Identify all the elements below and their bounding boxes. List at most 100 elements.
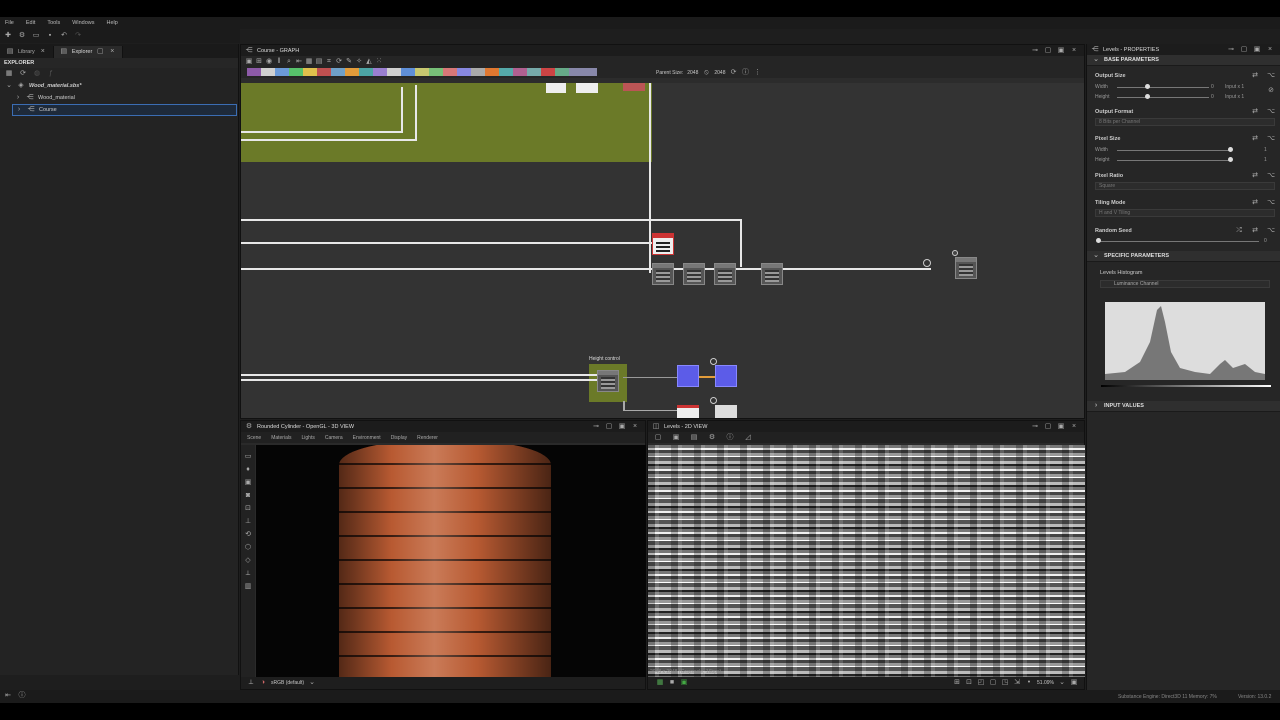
float-icon[interactable]: ▣ — [1057, 423, 1065, 431]
float-icon[interactable]: ▣ — [1057, 47, 1065, 55]
more-icon[interactable]: ⌥ — [1267, 135, 1275, 143]
node-red[interactable] — [652, 233, 674, 255]
dot-icon[interactable] — [710, 397, 717, 404]
menu-tools[interactable]: Tools — [47, 20, 60, 26]
tiling-mode-select[interactable]: H and V Tiling — [1095, 209, 1275, 217]
levels-texture[interactable]: 2048 x 2048 (Grayscale, 16bpc) — [648, 445, 1085, 677]
cube-icon[interactable]: ⬡ — [244, 544, 252, 552]
link-icon[interactable]: ⇄ — [1251, 135, 1259, 143]
seed-knob[interactable] — [1096, 238, 1101, 243]
black-bg-icon[interactable]: ■ — [668, 679, 676, 687]
checker-icon[interactable]: ▦ — [656, 679, 664, 687]
node-output[interactable] — [955, 257, 977, 279]
pin-icon[interactable]: ⊸ — [592, 423, 600, 431]
graph-icon[interactable]: ◍ — [33, 70, 41, 78]
width-slider[interactable] — [1117, 87, 1209, 88]
export-icon[interactable]: ▤ — [690, 434, 698, 442]
node-palette[interactable] — [247, 68, 597, 76]
wrench-icon[interactable]: ✧ — [355, 58, 363, 66]
dot-icon[interactable] — [952, 250, 958, 256]
node[interactable] — [652, 263, 674, 285]
dot-icon[interactable] — [710, 358, 717, 365]
node-red[interactable] — [677, 405, 699, 418]
light-icon[interactable]: ♦ — [244, 466, 252, 474]
rotate-icon[interactable]: ⟲ — [244, 531, 252, 539]
menu-display[interactable]: Display — [391, 435, 407, 441]
node[interactable] — [576, 83, 598, 93]
link-chain-icon[interactable]: ⊘ — [1267, 87, 1275, 95]
link-icon[interactable]: ⇄ — [1251, 227, 1259, 235]
height-slider[interactable] — [1117, 97, 1209, 98]
tree-item-package[interactable]: ⌄ ◈ Wood_material.sbs* — [0, 80, 238, 92]
more-icon[interactable]: ⌥ — [1267, 72, 1275, 80]
image-icon[interactable]: ▣ — [244, 479, 252, 487]
zoom-value[interactable]: 51.09% — [1037, 680, 1054, 686]
menu-help[interactable]: Help — [107, 20, 118, 26]
float-icon[interactable]: ▣ — [618, 423, 626, 431]
undo-icon[interactable]: ↶ — [60, 32, 68, 40]
node-blue[interactable] — [715, 365, 737, 387]
frame-icon[interactable]: ▢ — [989, 679, 997, 687]
close-icon[interactable]: × — [1070, 423, 1078, 431]
menu-windows[interactable]: Windows — [72, 20, 94, 26]
float-icon[interactable]: ▣ — [1253, 46, 1261, 54]
redo-icon[interactable]: ↷ — [74, 32, 82, 40]
node[interactable] — [683, 263, 705, 285]
refresh-icon[interactable]: ⟳ — [730, 69, 738, 77]
close-icon[interactable]: × — [1070, 47, 1078, 55]
parent-size-select-2[interactable]: 2048 — [714, 70, 725, 76]
colorspace-select[interactable]: sRGB (default) — [271, 680, 304, 686]
stats-icon[interactable]: ▥ — [244, 583, 252, 591]
channel-select[interactable]: Luminance Channel — [1100, 280, 1270, 288]
px-width-knob[interactable] — [1228, 147, 1233, 152]
channel-icon[interactable]: ▣ — [680, 679, 688, 687]
tab-library[interactable]: ▤ Library × — [0, 46, 54, 58]
px-width-value[interactable]: 1 — [1264, 147, 1267, 153]
px-height-value[interactable]: 1 — [1264, 157, 1267, 163]
tile-icon[interactable]: ⊡ — [965, 679, 973, 687]
reset-icon[interactable]: ◳ — [1001, 679, 1009, 687]
close-icon[interactable]: × — [39, 48, 47, 56]
view3d-viewport[interactable] — [256, 445, 646, 677]
node[interactable] — [714, 263, 736, 285]
width-slider-knob[interactable] — [1145, 84, 1150, 89]
fit-icon[interactable]: ◰ — [977, 679, 985, 687]
axis-icon[interactable]: ⟂ — [247, 679, 255, 687]
lock-icon[interactable]: ▣ — [1070, 679, 1078, 687]
menu-file[interactable]: File — [5, 20, 14, 26]
node[interactable] — [546, 83, 566, 93]
tab-explorer[interactable]: ▤ Explorer ▢ × — [53, 46, 124, 58]
function-icon[interactable]: ƒ — [47, 70, 55, 78]
link-icon[interactable]: ⦸ — [702, 69, 710, 77]
console-icon[interactable]: ⇤ — [4, 692, 12, 700]
px-height-knob[interactable] — [1228, 157, 1233, 162]
node[interactable] — [623, 83, 645, 91]
info-icon[interactable]: ⓘ — [726, 434, 734, 442]
histogram-icon[interactable]: ◿ — [744, 434, 752, 442]
maximize-icon[interactable]: ▢ — [1044, 423, 1052, 431]
chevron-down-icon[interactable]: ⌄ — [1058, 679, 1066, 687]
new-graph-icon[interactable]: ⚙ — [18, 32, 26, 40]
menu-scene[interactable]: Scene — [247, 435, 261, 441]
chevron-down-icon[interactable]: ⌄ — [5, 82, 13, 90]
node-levels[interactable] — [761, 263, 783, 285]
open-icon[interactable]: ▭ — [32, 32, 40, 40]
close-icon[interactable]: × — [631, 423, 639, 431]
zoom-icon[interactable]: ⇲ — [1013, 679, 1021, 687]
dot-icon[interactable] — [923, 259, 931, 267]
bucket-icon[interactable]: ◭ — [365, 58, 373, 66]
input-values-header[interactable]: › INPUT VALUES — [1087, 401, 1280, 412]
menu-environment[interactable]: Environment — [353, 435, 381, 441]
new-icon[interactable]: ✚ — [4, 32, 12, 40]
maximize-icon[interactable]: ▢ — [1044, 47, 1052, 55]
camera-icon[interactable]: ▭ — [244, 453, 252, 461]
search-icon[interactable]: ⌕ — [285, 58, 293, 66]
pen-icon[interactable]: ✎ — [345, 58, 353, 66]
link-icon[interactable]: ⇄ — [1251, 72, 1259, 80]
px-height-slider[interactable] — [1117, 160, 1232, 161]
graph-canvas[interactable]: Height control — [241, 83, 1084, 418]
grid-icon[interactable]: ⊞ — [255, 58, 263, 66]
save-icon[interactable]: ▪ — [46, 32, 54, 40]
chevron-right-icon[interactable]: › — [15, 106, 23, 114]
chevron-down-icon[interactable]: ⌄ — [1092, 56, 1100, 64]
